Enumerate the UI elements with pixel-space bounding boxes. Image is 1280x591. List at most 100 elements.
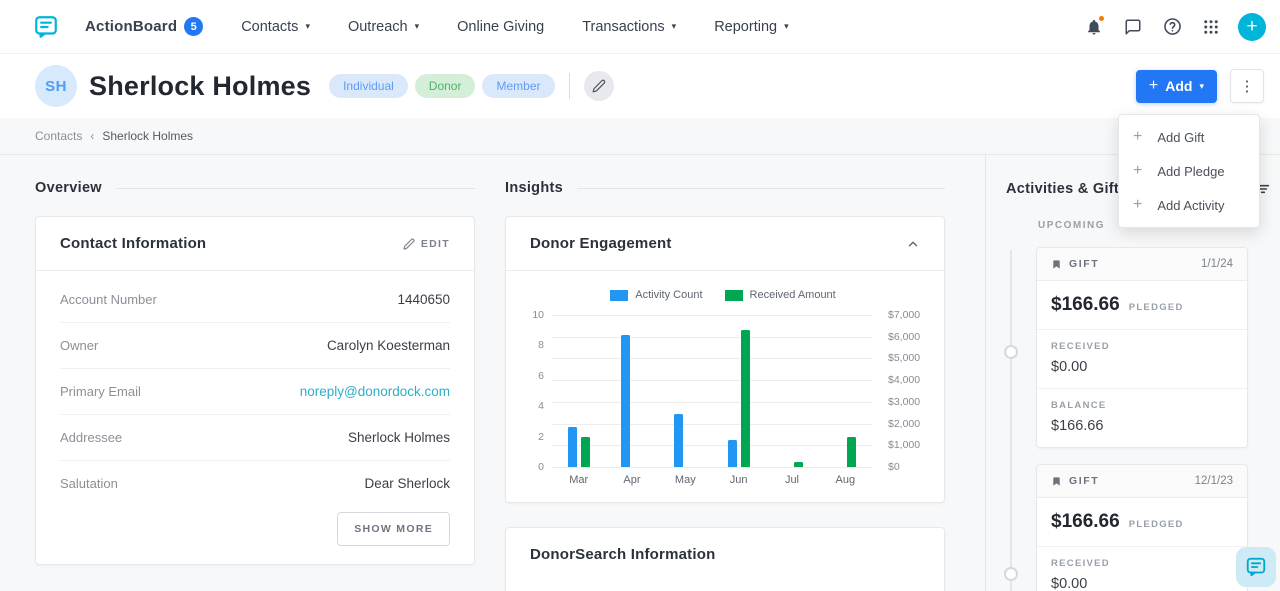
nav-outreach[interactable]: Outreach ▾ xyxy=(348,19,419,35)
gift-received-section: RECEIVED $0.00 xyxy=(1037,329,1247,388)
overview-heading: Overview xyxy=(35,180,475,196)
tag-individual: Individual xyxy=(329,74,408,98)
field-value: Dear Sherlock xyxy=(364,476,450,491)
timeline-dot xyxy=(1004,567,1018,581)
chart-left-ticks: 1086420 xyxy=(520,315,544,467)
nav-transactions[interactable]: Transactions ▾ xyxy=(582,19,676,35)
plus-icon: + xyxy=(1133,197,1142,213)
contact-tags: Individual Donor Member xyxy=(329,74,554,98)
menu-item-add-gift[interactable]: + Add Gift xyxy=(1119,120,1259,154)
gift-card[interactable]: GIFT 12/1/23 $166.66 PLEDGED RECEIVED $0… xyxy=(1036,464,1248,591)
nav-transactions-label: Transactions xyxy=(582,19,664,35)
notifications-bell-button[interactable] xyxy=(1082,15,1106,39)
edit-contact-button[interactable] xyxy=(584,71,614,101)
nav-actionboard[interactable]: ActionBoard 5 xyxy=(85,17,203,36)
collapse-card-button[interactable] xyxy=(906,237,920,251)
nav-online-giving[interactable]: Online Giving xyxy=(457,19,544,35)
gift-section-label: RECEIVED xyxy=(1051,558,1233,569)
donor-engagement-card-header: Donor Engagement xyxy=(506,217,944,271)
more-options-button[interactable]: ⋮ xyxy=(1230,69,1264,103)
apps-grid-button[interactable] xyxy=(1199,15,1223,39)
donorsearch-card-header: DonorSearch Information xyxy=(506,528,944,581)
brand[interactable] xyxy=(33,14,59,40)
nav-contacts-label: Contacts xyxy=(241,19,298,35)
field-value: Sherlock Holmes xyxy=(348,430,450,445)
tag-donor: Donor xyxy=(415,74,476,98)
field-value: 1440650 xyxy=(397,292,450,307)
chevron-down-icon: ▾ xyxy=(415,22,420,31)
grid-dots-icon xyxy=(1202,18,1220,36)
insights-column: Insights Donor Engagement Activity Count… xyxy=(505,155,945,591)
help-button[interactable] xyxy=(1160,15,1184,39)
gift-amount-tag: PLEDGED xyxy=(1129,519,1184,530)
gift-section-label: RECEIVED xyxy=(1051,341,1233,352)
nav-contacts[interactable]: Contacts ▾ xyxy=(241,19,310,35)
page-title: Sherlock Holmes xyxy=(89,71,311,102)
gift-type-label: GIFT xyxy=(1069,475,1099,487)
field-owner: Owner Carolyn Koesterman xyxy=(60,323,450,369)
plus-icon: + xyxy=(1133,129,1142,145)
kebab-icon: ⋮ xyxy=(1240,77,1255,95)
plus-icon: + xyxy=(1149,78,1158,94)
field-account-number: Account Number 1440650 xyxy=(60,277,450,323)
nav-items: ActionBoard 5 Contacts ▾ Outreach ▾ Onli… xyxy=(85,17,789,36)
nav-outreach-label: Outreach xyxy=(348,19,408,35)
add-dropdown-menu: + Add Gift + Add Pledge + Add Activity xyxy=(1118,114,1260,228)
activities-heading-label: Activities & Gifts xyxy=(1006,181,1127,197)
add-button[interactable]: + Add ▾ xyxy=(1136,70,1217,103)
nav-reporting-label: Reporting xyxy=(714,19,777,35)
help-chat-widget[interactable] xyxy=(1236,547,1276,587)
email-link[interactable]: noreply@donordock.com xyxy=(300,384,450,399)
app: ActionBoard 5 Contacts ▾ Outreach ▾ Onli… xyxy=(0,0,1280,591)
actionboard-count-badge: 5 xyxy=(184,17,203,36)
gift-section-value: $166.66 xyxy=(1051,418,1233,434)
field-label: Account Number xyxy=(60,292,157,307)
timeline-dot xyxy=(1004,345,1018,359)
quick-add-button[interactable]: + xyxy=(1238,13,1266,41)
divider xyxy=(116,188,475,189)
pencil-icon xyxy=(403,238,415,250)
menu-item-add-pledge[interactable]: + Add Pledge xyxy=(1119,154,1259,188)
breadcrumb-separator: ‹ xyxy=(90,129,94,143)
timeline-line xyxy=(1010,250,1012,591)
gift-date: 1/1/24 xyxy=(1201,258,1233,270)
contact-header: SH Sherlock Holmes Individual Donor Memb… xyxy=(0,54,1280,118)
chevron-down-icon: ▾ xyxy=(1199,82,1204,91)
show-more-wrap: SHOW MORE xyxy=(36,510,474,564)
gift-type: GIFT xyxy=(1051,258,1099,270)
divider xyxy=(569,73,570,99)
breadcrumb-current: Sherlock Holmes xyxy=(102,129,193,143)
plus-icon: + xyxy=(1246,17,1257,36)
notification-dot xyxy=(1098,15,1105,22)
show-more-button[interactable]: SHOW MORE xyxy=(337,512,450,546)
donor-engagement-chart: Activity CountReceived Amount 1086420 $7… xyxy=(506,271,944,502)
field-label: Salutation xyxy=(60,476,118,491)
gift-section-label: BALANCE xyxy=(1051,400,1233,411)
chat-bubble-icon xyxy=(1124,18,1142,36)
edit-contact-information-button[interactable]: EDIT xyxy=(403,238,450,250)
gift-type-label: GIFT xyxy=(1069,258,1099,270)
gift-amount-row: $166.66 PLEDGED xyxy=(1037,281,1247,329)
chat-widget-icon xyxy=(1245,556,1267,578)
menu-item-add-activity[interactable]: + Add Activity xyxy=(1119,188,1259,222)
gift-card[interactable]: GIFT 1/1/24 $166.66 PLEDGED RECEIVED $0.… xyxy=(1036,247,1248,448)
chart-right-ticks: $7,000$6,000$5,000$4,000$3,000$2,000$1,0… xyxy=(880,315,926,467)
field-addressee: Addressee Sherlock Holmes xyxy=(60,415,450,461)
top-nav: ActionBoard 5 Contacts ▾ Outreach ▾ Onli… xyxy=(0,0,1280,54)
edit-label: EDIT xyxy=(421,238,450,250)
breadcrumb-contacts-link[interactable]: Contacts xyxy=(35,129,82,143)
field-value: Carolyn Koesterman xyxy=(327,338,450,353)
add-button-label: Add xyxy=(1165,78,1192,94)
field-primary-email: Primary Email noreply@donordock.com xyxy=(60,369,450,415)
nav-reporting[interactable]: Reporting ▾ xyxy=(714,19,788,35)
header-actions: + Add ▾ ⋮ xyxy=(1136,69,1264,103)
breadcrumb: Contacts ‹ Sherlock Holmes xyxy=(0,118,1280,155)
chart-plot xyxy=(552,315,872,467)
field-label: Addressee xyxy=(60,430,122,445)
gift-section-value: $0.00 xyxy=(1051,576,1233,591)
field-salutation: Salutation Dear Sherlock xyxy=(60,461,450,506)
question-circle-icon xyxy=(1163,17,1182,36)
contact-fields: Account Number 1440650 Owner Carolyn Koe… xyxy=(36,271,474,510)
nav-online-giving-label: Online Giving xyxy=(457,19,544,35)
messages-button[interactable] xyxy=(1121,15,1145,39)
